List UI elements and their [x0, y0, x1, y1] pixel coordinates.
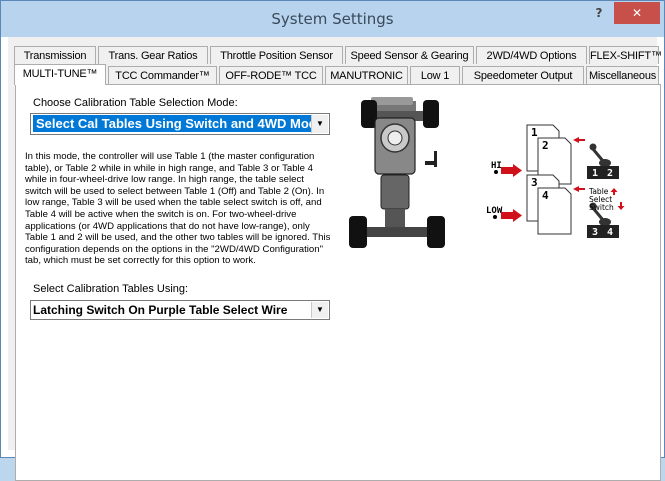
table-1-number: 1 — [531, 126, 538, 139]
window-title: System Settings — [271, 10, 394, 28]
using-label: Select Calibration Tables Using: — [33, 283, 189, 295]
tab-off-rode-tcc[interactable]: OFF-RODE™ TCC — [219, 66, 323, 84]
hi-label: HI — [491, 161, 502, 171]
chevron-down-icon[interactable]: ▼ — [311, 115, 328, 133]
tab-miscellaneous[interactable]: Miscellaneous — [586, 66, 659, 84]
title-bar[interactable]: System Settings ? ✕ — [1, 1, 664, 37]
truck-chassis-icon — [349, 97, 445, 248]
table-2-number: 2 — [542, 139, 549, 152]
switch-hi-value-1: 1 — [592, 168, 598, 179]
arrow-down-icon — [617, 202, 625, 210]
arrow-hi-icon — [501, 164, 522, 177]
legend-switch: Switch — [589, 203, 614, 212]
tab-low-1[interactable]: Low 1 — [410, 66, 460, 84]
arrow-up-icon — [610, 188, 618, 195]
switch-hi-value-2: 2 — [607, 168, 613, 179]
tab-speed-sensor-gearing[interactable]: Speed Sensor & Gearing — [345, 46, 474, 64]
system-settings-window: System Settings ? ✕ Transmission Trans. … — [0, 0, 665, 481]
tab-multi-tune[interactable]: MULTI-TUNE™ — [14, 64, 106, 85]
chevron-down-icon[interactable]: ▼ — [311, 302, 328, 318]
switch-low-value-3: 3 — [592, 227, 598, 238]
table-4-number: 4 — [542, 189, 549, 202]
tab-trans-gear-ratios[interactable]: Trans. Gear Ratios — [98, 46, 208, 64]
drivetrain-diagram: HI LOW 1 2 3 4 1 2 3 4 Table Select Swit… — [349, 97, 625, 248]
close-button[interactable]: ✕ — [614, 2, 660, 24]
table-3-number: 3 — [531, 176, 538, 189]
tab-manutronic[interactable]: MANUTRONIC — [325, 66, 408, 84]
low-label: LOW — [486, 206, 503, 216]
arrow-low-icon — [501, 209, 522, 222]
tab-tcc-commander[interactable]: TCC Commander™ — [108, 66, 217, 84]
tab-speedometer-output[interactable]: Speedometer Output — [462, 66, 584, 84]
tab-transmission[interactable]: Transmission — [14, 46, 96, 64]
tab-2wd-4wd-options[interactable]: 2WD/4WD Options — [476, 46, 587, 64]
tab-flex-shift[interactable]: FLEX-SHIFT™ — [589, 46, 662, 64]
mode-label: Choose Calibration Table Selection Mode: — [33, 97, 238, 109]
help-button[interactable]: ? — [584, 2, 614, 24]
using-select[interactable]: Latching Switch On Purple Table Select W… — [30, 300, 330, 320]
switch-low-value-4: 4 — [607, 227, 613, 238]
mode-select-value: Select Cal Tables Using Switch and 4WD M… — [33, 115, 327, 132]
using-select-value: Latching Switch On Purple Table Select W… — [33, 303, 288, 317]
mode-select[interactable]: Select Cal Tables Using Switch and 4WD M… — [30, 113, 330, 135]
tab-throttle-position-sensor[interactable]: Throttle Position Sensor — [210, 46, 343, 64]
mode-description: In this mode, the controller will use Ta… — [25, 151, 331, 267]
